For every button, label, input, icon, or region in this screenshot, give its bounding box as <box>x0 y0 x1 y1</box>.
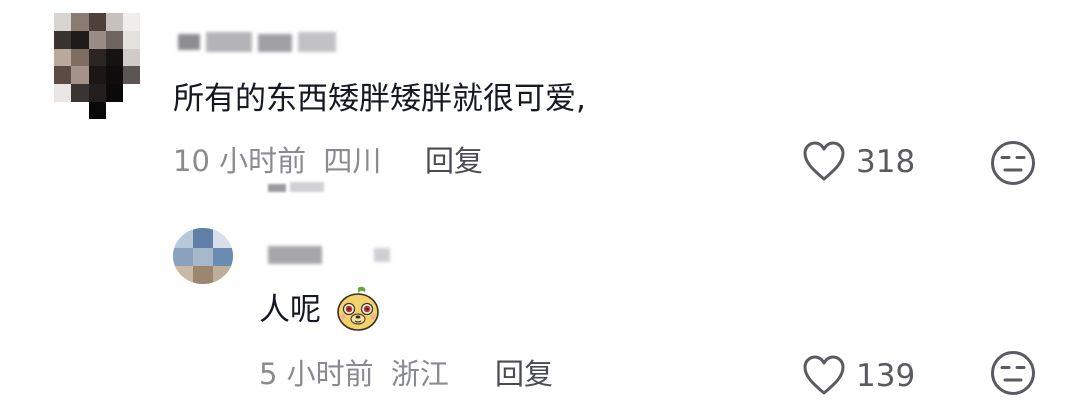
heart-outline-icon <box>803 355 845 395</box>
reply-button[interactable]: 回复 <box>425 143 483 179</box>
comment-location: 四川 <box>323 144 382 178</box>
like-button[interactable]: 318 <box>802 141 915 183</box>
reply-username[interactable] <box>268 246 398 266</box>
reply-time: 5 小时前 <box>259 357 374 391</box>
reply-location: 浙江 <box>390 357 449 391</box>
like-count: 139 <box>856 358 916 394</box>
blurred-scribble <box>268 182 324 194</box>
commenter-username[interactable] <box>178 32 338 54</box>
reply-button[interactable]: 回复 <box>495 356 553 392</box>
reply-text: 人呢 <box>259 290 321 330</box>
heart-outline-icon <box>803 141 845 181</box>
comment-text: 所有的东西矮胖矮胖就很可爱, <box>173 81 586 117</box>
like-count: 318 <box>856 144 916 180</box>
dislike-button[interactable] <box>990 350 1036 396</box>
comment-time: 10 小时前 <box>173 144 307 178</box>
comment-meta: 10 小时前 四川 <box>173 143 381 179</box>
neutral-face-icon <box>991 351 1035 395</box>
yellow-dog-emoji-sticker <box>334 285 382 333</box>
reply-avatar[interactable] <box>173 228 233 284</box>
reply-text-content: 人呢 <box>259 292 321 328</box>
commenter-avatar[interactable] <box>54 13 140 119</box>
neutral-face-icon <box>991 141 1035 185</box>
dislike-button[interactable] <box>990 140 1036 186</box>
reply-meta: 5 小时前 浙江 <box>259 356 449 392</box>
like-button[interactable]: 139 <box>802 355 915 397</box>
